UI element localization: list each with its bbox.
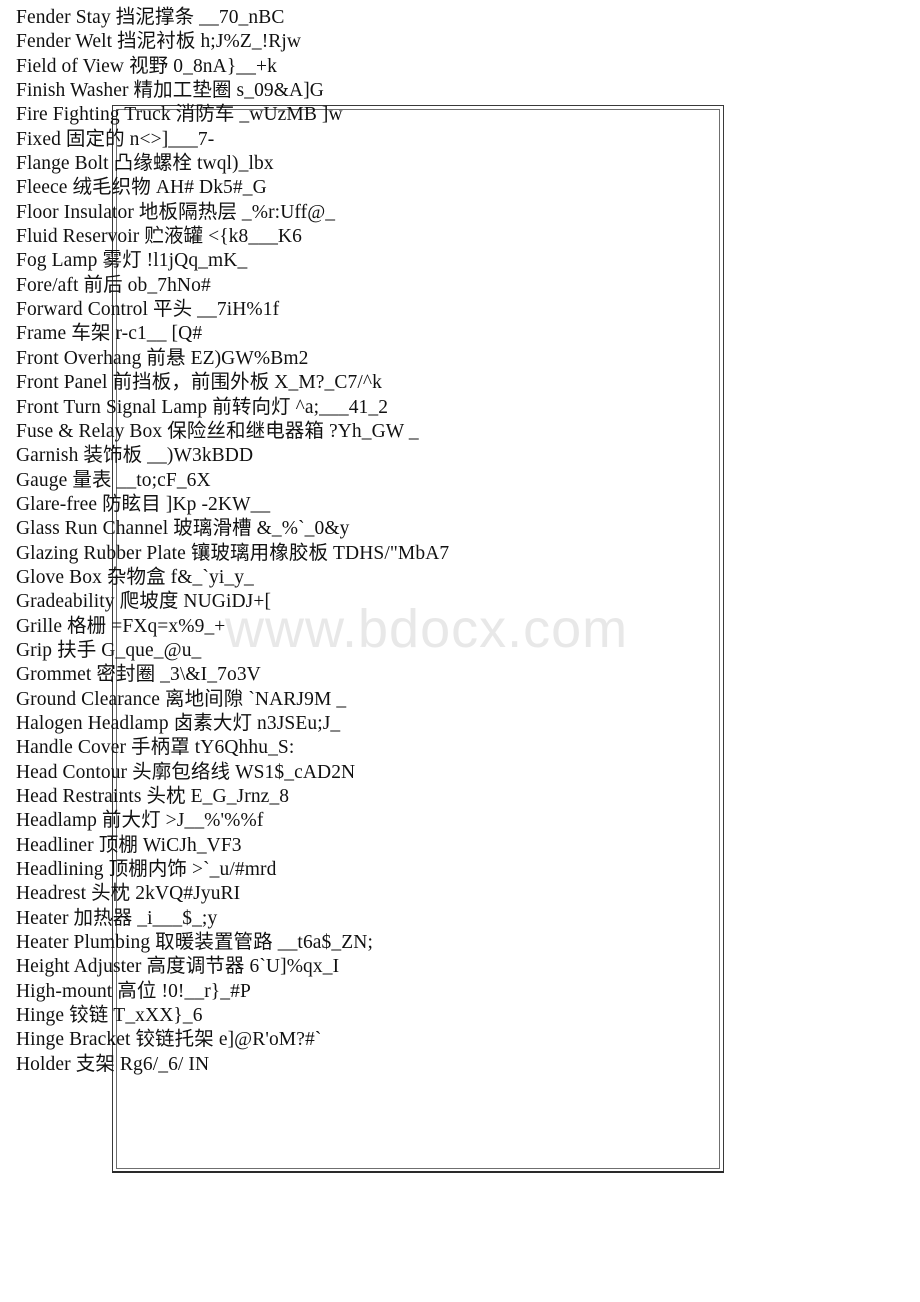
document-page: www.bdocx.com Fender Stay 挡泥撑条 __70_nBC F…: [0, 0, 920, 1302]
glossary-entry: Field of View 视野 0_8nA}__+k: [16, 55, 277, 77]
glossary-entry: Fender Stay 挡泥撑条 __70_nBC: [16, 7, 285, 28]
glossary-entry: Holder 支架 Rg6/_6/ IN: [16, 1053, 210, 1075]
glossary-entry: Headrest 头枕 2kVQ#JyuRI: [16, 883, 241, 905]
glossary-entry: Grip 扶手 G_que_@u_: [16, 639, 202, 661]
glossary-entry: Hinge Bracket 铰链托架 e]@R'oM?#`: [16, 1029, 322, 1051]
glossary-entry: Fluid Reservoir 贮液罐 <{k8___K6: [16, 226, 302, 248]
glossary-entry: Head Contour 头廓包络线 WS1$_cAD2N: [16, 761, 356, 783]
glossary-entry: Height Adjuster 高度调节器 6`U]%qx_I: [16, 956, 340, 978]
glossary-entry: Grille 格栅 =FXq=x%9_+: [16, 615, 226, 637]
glossary-entry: Headlining 顶棚内饰 >`_u/#mrd: [16, 859, 277, 881]
glossary-entry: Front Turn Signal Lamp 前转向灯 ^a;___41_2: [16, 396, 389, 418]
glossary-entry: Fog Lamp 雾灯 !l1jQq_mK_: [16, 250, 248, 272]
glossary-entry: Front Overhang 前悬 EZ)GW%Bm2: [16, 347, 309, 369]
glossary-entry: Hinge 铰链 T_xXX}_6: [16, 1005, 203, 1027]
glossary-entry: Frame 车架 r-c1__ [Q#: [16, 323, 203, 345]
glossary-entry: Heater 加热器 _i___$_;y: [16, 907, 218, 929]
glossary-entry: Headlamp 前大灯 >J__%'%%f: [16, 810, 264, 832]
glossary-entry: Fire Fighting Truck 消防车 _wUzMB ]w: [16, 104, 343, 126]
glossary-entry: Grommet 密封圈 _3\&I_7o3V: [16, 664, 261, 686]
glossary-entry: Headliner 顶棚 WiCJh_VF3: [16, 834, 242, 856]
glossary-entry: High-mount 高位 !0!__r}_#P: [16, 980, 251, 1002]
glossary-entry: Fleece 绒毛织物 AH# Dk5#_G: [16, 177, 267, 199]
glossary-entry: Garnish 装饰板 __)W3kBDD: [16, 445, 254, 467]
glossary-entry: Heater Plumbing 取暖装置管路 __t6a$_ZN;: [16, 932, 373, 954]
glossary-entry: Halogen Headlamp 卤素大灯 n3JSEu;J_: [16, 712, 341, 734]
glossary-entry: Finish Washer 精加工垫圈 s_09&A]G: [16, 80, 324, 102]
glossary-entry: Fore/aft 前后 ob_7hNo#: [16, 274, 211, 296]
glossary-entry: Ground Clearance 离地间隙 `NARJ9M _: [16, 688, 347, 710]
glossary-entry: Forward Control 平头 __7iH%1f: [16, 299, 280, 321]
glossary-entry: Head Restraints 头枕 E_G_Jrnz_8: [16, 786, 290, 807]
glossary-entry: Glazing Rubber Plate 镶玻璃用橡胶板 TDHS/"MbA7: [16, 542, 450, 564]
glossary-entry: Glass Run Channel 玻璃滑槽 &_%`_0&y: [16, 518, 350, 540]
glossary-entry: Handle Cover 手柄罩 tY6Qhhu_S:: [16, 737, 295, 759]
glossary-entry: Flange Bolt 凸缘螺栓 twql)_lbx: [16, 153, 274, 175]
glossary-entry: Glove Box 杂物盒 f&_`yi_y_: [16, 566, 254, 588]
glossary-entry: Glare-free 防眩目 ]Kp -2KW__: [16, 493, 271, 515]
glossary-entry-list: Fender Stay 挡泥撑条 __70_nBC Fender Welt 挡泥衬…: [16, 6, 920, 1077]
glossary-entry: Fuse & Relay Box 保险丝和继电器箱 ?Yh_GW _: [16, 420, 419, 442]
glossary-entry: Front Panel 前挡板，前围外板 X_M?_C7/^k: [16, 372, 382, 394]
glossary-entry: Gauge 量表 __to;cF_6X: [16, 469, 211, 491]
glossary-entry: Fixed 固定的 n<>]___7-: [16, 128, 215, 150]
glossary-entry: Floor Insulator 地板隔热层 _%r:Uff@_: [16, 201, 336, 223]
glossary-entry: Fender Welt 挡泥衬板 h;J%Z_!Rjw: [16, 31, 302, 53]
glossary-entry: Gradeability 爬坡度 NUGiDJ+[: [16, 591, 272, 613]
